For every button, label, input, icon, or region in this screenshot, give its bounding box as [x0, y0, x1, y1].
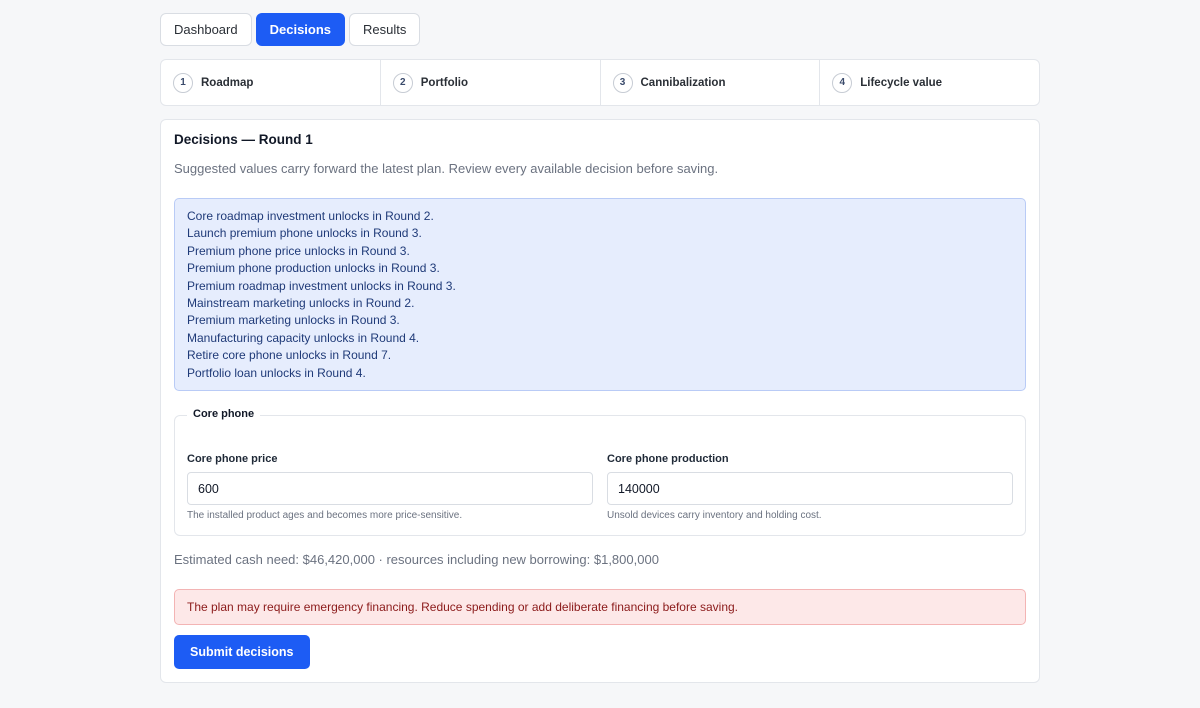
main-tabs: Dashboard Decisions Results	[160, 13, 421, 46]
step-label: Roadmap	[201, 76, 254, 89]
unlock-note: Premium roadmap investment unlocks in Ro…	[187, 278, 456, 293]
step-portfolio[interactable]: 2 Portfolio	[381, 60, 601, 105]
unlock-note: Premium phone production unlocks in Roun…	[187, 261, 440, 276]
step-number: 3	[612, 72, 633, 93]
step-label: Lifecycle value	[860, 76, 943, 89]
core-phone-production-help: Unsold devices carry inventory and holdi…	[607, 510, 822, 521]
core-phone-legend: Core phone	[187, 408, 261, 420]
step-number: 2	[392, 72, 413, 93]
cash-estimate: Estimated cash need: $46,420,000 · resou…	[174, 552, 659, 567]
tab-results[interactable]: Results	[349, 13, 421, 46]
submit-decisions-button[interactable]: Submit decisions	[174, 635, 310, 669]
core-phone-production-input[interactable]	[607, 472, 1013, 505]
core-phone-price-input[interactable]	[187, 472, 593, 505]
step-label: Portfolio	[420, 76, 469, 89]
unlock-note: Retire core phone unlocks in Round 7.	[187, 348, 392, 363]
unlock-note: Portfolio loan unlocks in Round 4.	[187, 365, 366, 380]
unlock-info-box: Core roadmap investment unlocks in Round…	[174, 198, 1026, 391]
step-number: 1	[173, 72, 193, 93]
decisions-panel: Decisions — Round 1 Suggested values car…	[160, 119, 1040, 683]
core-phone-fieldset: Core phone Core phone price The installe…	[174, 408, 1026, 536]
step-cannibalization[interactable]: 3 Cannibalization	[601, 60, 821, 105]
core-phone-price-help: The installed product ages and becomes m…	[187, 510, 463, 521]
core-phone-price-label: Core phone price	[187, 453, 278, 465]
step-number: 4	[832, 72, 853, 93]
core-phone-production-field: Core phone production Unsold devices car…	[607, 453, 1013, 521]
step-label: Cannibalization	[640, 76, 726, 89]
panel-subtitle: Suggested values carry forward the lates…	[174, 161, 719, 176]
financing-warning: The plan may require emergency financing…	[174, 589, 1026, 625]
step-navigator: 1 Roadmap 2 Portfolio 3 Cannibalization …	[160, 59, 1040, 106]
unlock-note: Premium marketing unlocks in Round 3.	[187, 313, 400, 328]
unlock-note: Premium phone price unlocks in Round 3.	[187, 243, 410, 258]
unlock-note: Mainstream marketing unlocks in Round 2.	[187, 296, 415, 311]
unlock-note: Manufacturing capacity unlocks in Round …	[187, 330, 420, 345]
panel-title: Decisions — Round 1	[174, 132, 313, 147]
tab-dashboard[interactable]: Dashboard	[160, 13, 252, 46]
unlock-note: Core roadmap investment unlocks in Round…	[187, 209, 434, 223]
unlock-note: Launch premium phone unlocks in Round 3.	[187, 226, 422, 241]
step-roadmap[interactable]: 1 Roadmap	[161, 60, 381, 105]
core-phone-production-label: Core phone production	[607, 453, 729, 465]
tab-decisions[interactable]: Decisions	[255, 13, 346, 46]
core-phone-price-field: Core phone price The installed product a…	[187, 453, 593, 521]
step-lifecycle-value[interactable]: 4 Lifecycle value	[820, 60, 1039, 105]
